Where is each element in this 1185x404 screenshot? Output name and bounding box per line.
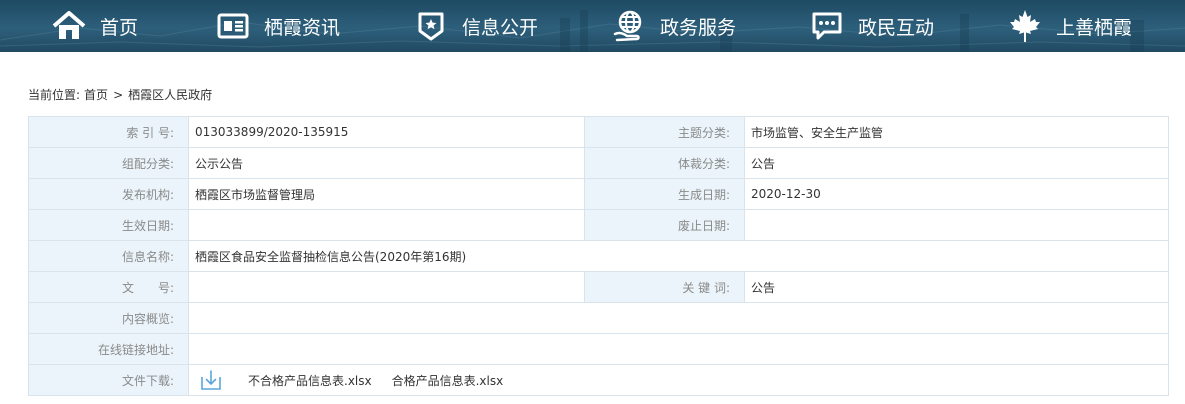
table-row: 在线链接地址: [28,333,1169,365]
document-metadata-table: 索 引 号: 013033899/2020-135915 主题分类: 市场监管、… [28,116,1169,396]
effective-date-value [188,209,585,241]
created-date-label: 生成日期: [584,178,745,210]
keywords-value: 公告 [744,271,1169,303]
nav-item-home[interactable]: 首页 [52,0,138,52]
file-download-label: 文件下载: [28,364,189,396]
download-icon[interactable] [200,369,222,391]
badge-icon [414,9,448,43]
breadcrumb-current-link[interactable]: 栖霞区人民政府 [128,86,212,103]
nav-item-info-disclosure[interactable]: 信息公开 [414,0,538,52]
org-class-value: 公示公告 [188,147,585,179]
effective-date-label: 生效日期: [28,209,189,241]
publisher-label: 发布机构: [28,178,189,210]
document-number-value [188,271,585,303]
info-title-value: 栖霞区食品安全监督抽检信息公告(2020年第16期) [188,240,1169,272]
online-link-value [188,333,1169,365]
nav-item-public-interaction[interactable]: 政民互动 [810,0,934,52]
table-row: 文件下载: 不合格产品信息表.xlsx 合格产品信息表.xlsx [28,364,1169,396]
file-download-cell: 不合格产品信息表.xlsx 合格产品信息表.xlsx [188,364,1169,396]
index-number-label: 索 引 号: [28,116,189,148]
topic-value: 市场监管、安全生产监管 [744,116,1169,148]
nav-item-label: 政务服务 [660,16,737,39]
nav-item-news[interactable]: 栖霞资讯 [216,0,340,52]
download-file-link[interactable]: 不合格产品信息表.xlsx [248,372,372,389]
globe-hand-icon [612,9,646,43]
genre-value: 公告 [744,147,1169,179]
index-number-value: 013033899/2020-135915 [188,116,585,148]
nav-item-label: 栖霞资讯 [264,16,341,39]
top-navigation-bar: 首页 栖霞资讯 信息公开 政务服务 政民互动 上善栖霞 [0,0,1185,52]
breadcrumb-home-link[interactable]: 首页 [84,86,108,103]
table-row: 信息名称: 栖霞区食品安全监督抽检信息公告(2020年第16期) [28,240,1169,272]
breadcrumb-separator: > [113,87,124,102]
info-title-label: 信息名称: [28,240,189,272]
created-date-value: 2020-12-30 [744,178,1169,210]
topic-label: 主题分类: [584,116,745,148]
publisher-value: 栖霞区市场监督管理局 [188,178,585,210]
nav-item-government-services[interactable]: 政务服务 [612,0,736,52]
genre-label: 体裁分类: [584,147,745,179]
table-row: 发布机构: 栖霞区市场监督管理局 生成日期: 2020-12-30 [28,178,1169,210]
document-number-label: 文 号: [28,271,189,303]
nav-item-label: 政民互动 [858,16,935,39]
table-row: 生效日期: 废止日期: [28,209,1169,241]
breadcrumb: 当前位置: 首页 > 栖霞区人民政府 [28,86,212,103]
summary-label: 内容概览: [28,302,189,334]
expired-date-label: 废止日期: [584,209,745,241]
news-icon [216,9,250,43]
download-file-link[interactable]: 合格产品信息表.xlsx [392,372,504,389]
breadcrumb-prefix: 当前位置: [28,88,81,102]
keywords-label: 关 键 词: [584,271,745,303]
summary-value [188,302,1169,334]
nav-item-shangshan-qixia[interactable]: 上善栖霞 [1008,0,1132,52]
maple-leaf-icon [1008,9,1042,43]
chat-icon [810,9,844,43]
table-row: 文 号: 关 键 词: 公告 [28,271,1169,303]
table-row: 组配分类: 公示公告 体裁分类: 公告 [28,147,1169,179]
table-row: 索 引 号: 013033899/2020-135915 主题分类: 市场监管、… [28,116,1169,148]
online-link-label: 在线链接地址: [28,333,189,365]
org-class-label: 组配分类: [28,147,189,179]
nav-item-label: 首页 [100,16,139,39]
expired-date-value [744,209,1169,241]
home-icon [52,9,86,43]
nav-item-label: 信息公开 [462,16,539,39]
table-row: 内容概览: [28,302,1169,334]
nav-item-label: 上善栖霞 [1056,16,1133,39]
